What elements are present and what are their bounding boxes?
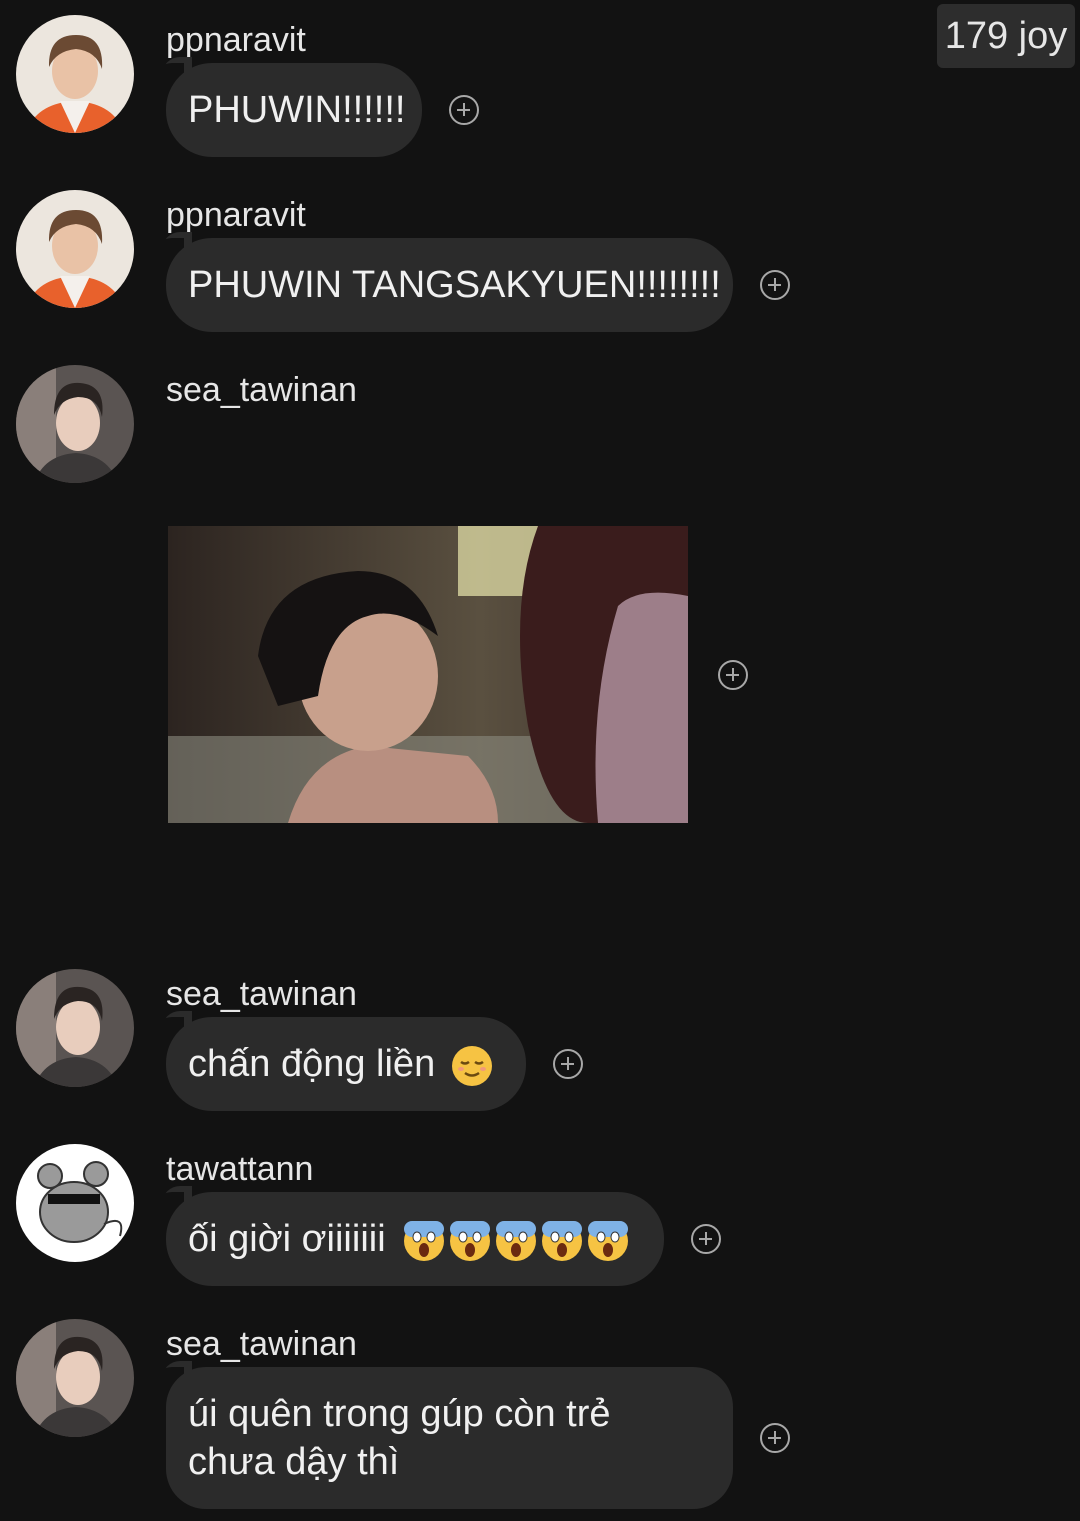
message-text: chấn động liền <box>188 1043 436 1085</box>
screaming-face-icon <box>496 1220 537 1261</box>
screaming-face-icon <box>450 1220 491 1261</box>
message-bubble[interactable]: PHUWIN TANGSAKYUEN!!!!!!!! <box>166 238 733 332</box>
avatar[interactable] <box>16 15 134 133</box>
screaming-face-icons <box>396 1218 630 1261</box>
message-row: sea_tawinan úi quên trong gúp còn trẻ ch… <box>0 1319 1080 1514</box>
avatar[interactable] <box>16 365 134 483</box>
username[interactable]: sea_tawinan <box>166 1323 357 1365</box>
add-reaction-icon[interactable] <box>760 270 790 300</box>
username[interactable]: ppnaravit <box>166 19 306 61</box>
add-reaction-icon[interactable] <box>553 1049 583 1079</box>
screaming-face-icon <box>588 1220 629 1261</box>
relieved-face-icon <box>451 1045 492 1086</box>
message-text: ối giời ơiiiiiii <box>188 1218 386 1260</box>
message-row: tawattann ối giời ơiiiiiii <box>0 1144 1080 1289</box>
add-reaction-icon[interactable] <box>760 1423 790 1453</box>
username[interactable]: tawattann <box>166 1148 313 1190</box>
message-bubble[interactable]: úi quên trong gúp còn trẻ chưa dậy thì <box>166 1367 733 1509</box>
avatar[interactable] <box>16 1144 134 1262</box>
add-reaction-icon[interactable] <box>718 660 748 690</box>
username[interactable]: sea_tawinan <box>166 369 357 411</box>
message-row: sea_tawinan chấn động liền <box>0 969 1080 1114</box>
add-reaction-icon[interactable] <box>449 95 479 125</box>
message-row: ppnaravit PHUWIN!!!!!! <box>0 15 1080 160</box>
screaming-face-icon <box>404 1220 445 1261</box>
avatar[interactable] <box>16 190 134 308</box>
username[interactable]: ppnaravit <box>166 194 306 236</box>
message-bubble[interactable]: PHUWIN!!!!!! <box>166 63 422 157</box>
avatar[interactable] <box>16 1319 134 1437</box>
message-bubble[interactable]: ối giời ơiiiiiii <box>166 1192 664 1286</box>
screaming-face-icon <box>542 1220 583 1261</box>
message-row: sea_tawinan <box>0 365 1080 485</box>
message-row: ppnaravit PHUWIN TANGSAKYUEN!!!!!!!! <box>0 190 1080 335</box>
message-text-line: úi quên trong gúp còn trẻ <box>188 1393 611 1435</box>
username[interactable]: sea_tawinan <box>166 973 357 1015</box>
shared-photo[interactable] <box>168 526 688 823</box>
add-reaction-icon[interactable] <box>691 1224 721 1254</box>
message-text-line: chưa dậy thì <box>188 1441 400 1483</box>
avatar[interactable] <box>16 969 134 1087</box>
message-bubble[interactable]: chấn động liền <box>166 1017 526 1111</box>
